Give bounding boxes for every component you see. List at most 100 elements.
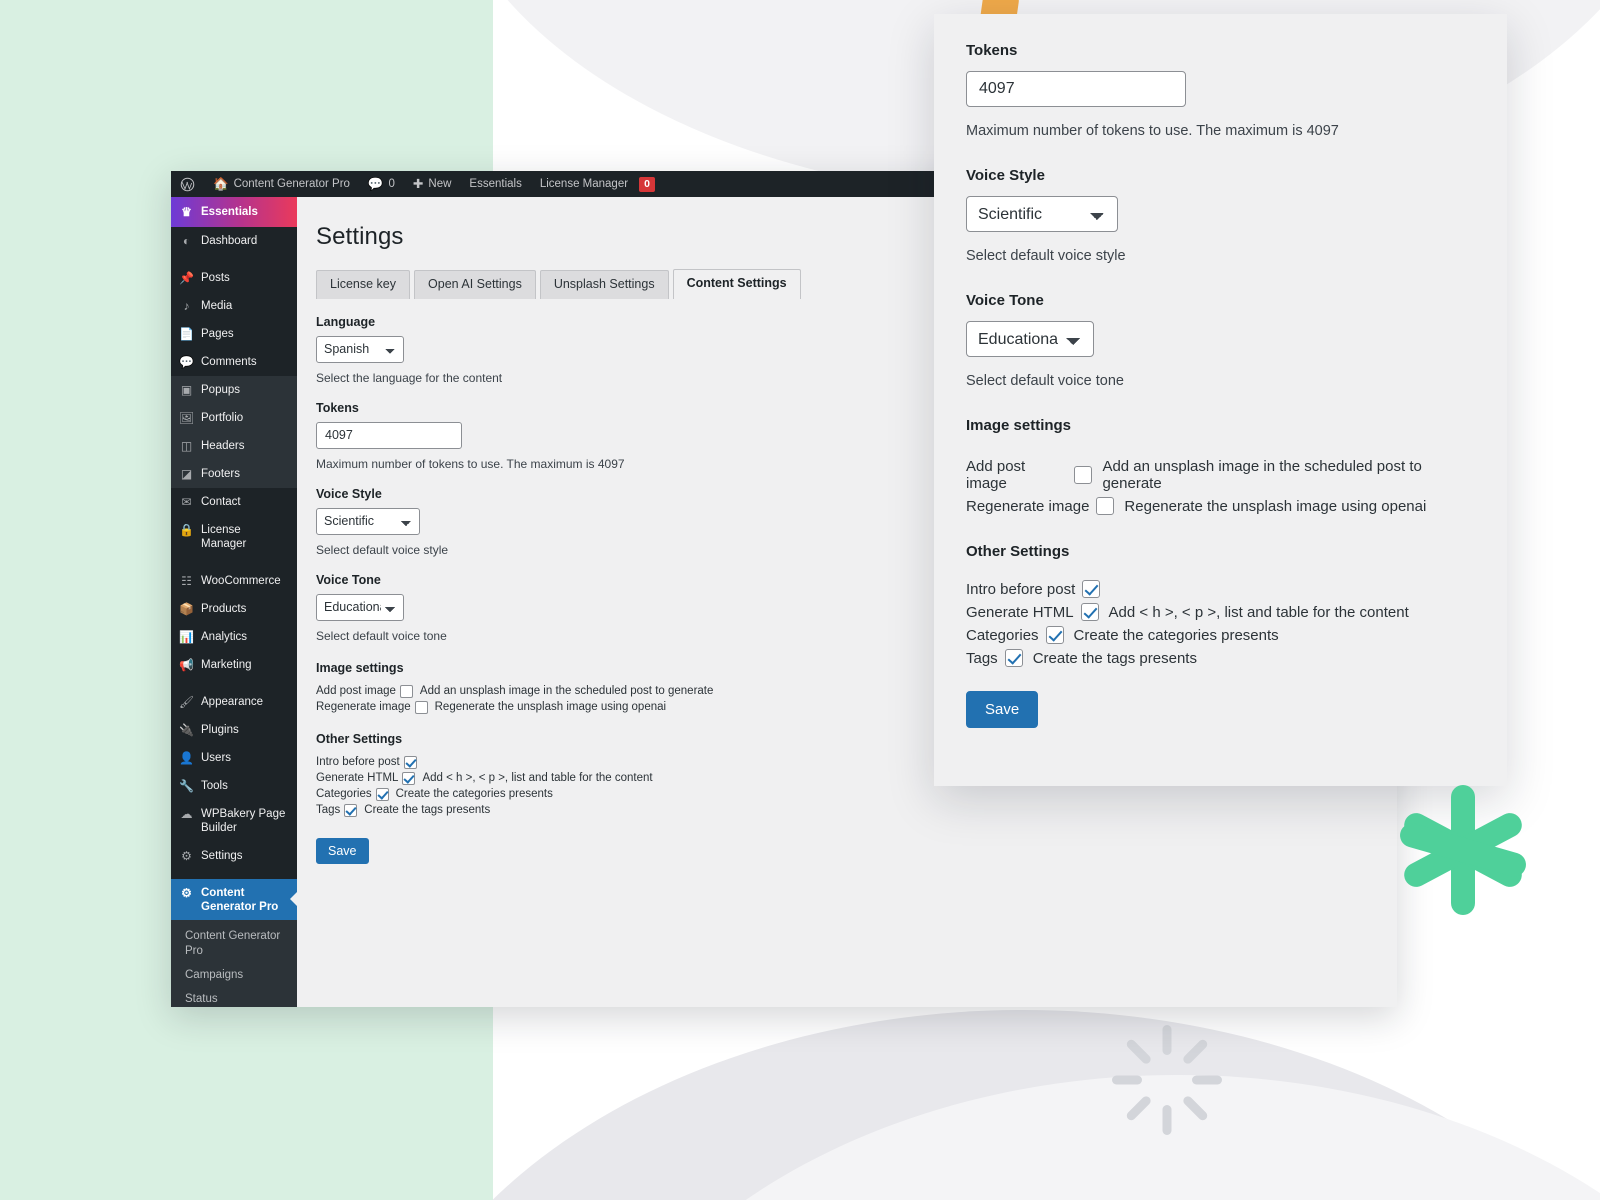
user-icon: 👤	[179, 750, 194, 765]
overlay-tokens-label: Tokens	[966, 42, 1018, 59]
overlay-generate-html-row[interactable]: Generate HTML Add < h >, < p >, list and…	[966, 603, 1475, 621]
wrench-icon: 🔧	[179, 778, 194, 793]
sidebar-item-popups[interactable]: ▣ Popups	[171, 376, 297, 404]
sidebar-item-headers[interactable]: ◫ Headers	[171, 432, 297, 460]
generate-html-desc: Add < h >, < p >, list and table for the…	[422, 772, 653, 785]
sidebar-item-label: Contact	[201, 496, 241, 508]
overlay-regenerate-image-row[interactable]: Regenerate image Regenerate the unsplash…	[966, 497, 1475, 515]
sidebar-item-settings[interactable]: ⚙ Settings	[171, 842, 297, 870]
new-label: New	[428, 178, 452, 190]
sidebar-item-dashboard[interactable]: ◐ Dashboard	[171, 227, 297, 255]
tab-license-key[interactable]: License key	[316, 270, 411, 299]
voice-tone-select[interactable]: Educational	[316, 593, 404, 621]
tab-unsplash-settings[interactable]: Unsplash Settings	[539, 270, 669, 299]
overlay-intro-before-post-label: Intro before post	[966, 580, 1076, 598]
regenerate-image-checkbox[interactable]	[414, 700, 428, 714]
sidebar-item-label: Appearance	[201, 695, 264, 708]
sidebar-item-portfolio[interactable]: 🖼 Portfolio	[171, 404, 297, 432]
tab-content-settings[interactable]: Content Settings	[672, 269, 801, 299]
tags-label: Tags	[316, 804, 341, 817]
tags-checkbox[interactable]	[344, 803, 358, 817]
overlay-image-settings-heading: Image settings	[966, 417, 1072, 434]
sidebar-item-label: Users	[201, 751, 232, 764]
overlay-categories-checkbox[interactable]	[1045, 626, 1064, 644]
overlay-generate-html-checkbox[interactable]	[1080, 603, 1099, 621]
submenu-item-campaigns[interactable]: Campaigns	[171, 963, 297, 987]
overlay-intro-before-post-checkbox[interactable]	[1082, 580, 1101, 598]
sidebar-item-posts[interactable]: 📌 Posts	[171, 264, 297, 292]
comments-button[interactable]: 💬 0	[359, 171, 404, 197]
sidebar-submenu[interactable]: Content Generator Pro Campaigns Status R…	[171, 920, 297, 1007]
sidebar-item-plugins[interactable]: 🔌 Plugins	[171, 716, 297, 744]
overlay-tokens-help: Maximum number of tokens to use. The max…	[966, 123, 1339, 139]
tags-desc: Create the tags presents	[364, 804, 491, 817]
settings-detail-overlay: Tokens Maximum number of tokens to use. …	[934, 14, 1507, 786]
site-name-button[interactable]: 🏠 Content Generator Pro	[204, 171, 359, 197]
sidebar-item-comments[interactable]: 💬 Comments	[171, 348, 297, 376]
new-content-button[interactable]: ✚ New	[404, 171, 461, 197]
overlay-tags-checkbox[interactable]	[1004, 649, 1023, 667]
screenshot-canvas: 🏠 Content Generator Pro 💬 0 ✚ New Essent…	[0, 0, 1600, 1200]
categories-row[interactable]: Categories Create the categories present…	[316, 787, 1397, 801]
settings-icon: ⚙	[181, 848, 192, 863]
wp-admin-sidebar[interactable]: ♛ Essentials ◐ Dashboard 📌 Posts ♪ Media…	[171, 197, 297, 1007]
products-icon: 📦	[179, 601, 194, 616]
language-select[interactable]: Spanish	[316, 335, 404, 363]
overlay-voice-tone-select[interactable]: Educational	[966, 321, 1094, 357]
overlay-add-post-image-desc: Add an unsplash image in the scheduled p…	[1102, 458, 1422, 492]
sidebar-item-tools[interactable]: 🔧 Tools	[171, 772, 297, 800]
sidebar-item-woocommerce[interactable]: ☷ WooCommerce	[171, 567, 297, 595]
sidebar-item-users[interactable]: 👤 Users	[171, 744, 297, 772]
sidebar-item-pages[interactable]: 📄 Pages	[171, 320, 297, 348]
sidebar-item-products[interactable]: 📦 Products	[171, 595, 297, 623]
intro-before-post-label: Intro before post	[316, 756, 400, 769]
sidebar-item-label: Essentials	[201, 206, 258, 218]
overlay-save-row: Save	[966, 691, 1475, 728]
adminbar-essentials-button[interactable]: Essentials	[460, 171, 530, 197]
sidebar-item-footers[interactable]: ◪ Footers	[171, 460, 297, 488]
sidebar-item-essentials[interactable]: ♛ Essentials	[171, 197, 297, 227]
overlay-add-post-image-row[interactable]: Add post image Add an unsplash image in …	[966, 458, 1475, 492]
sidebar-item-label: Posts	[201, 272, 230, 284]
tags-row[interactable]: Tags Create the tags presents	[316, 803, 1397, 817]
sidebar-item-analytics[interactable]: 📊 Analytics	[171, 623, 297, 651]
media-icon: ♪	[183, 299, 190, 313]
sidebar-item-contact[interactable]: ✉ Contact	[171, 488, 297, 516]
headers-icon: ◫	[180, 439, 193, 453]
submenu-item-content-generator-pro[interactable]: Content Generator Pro	[171, 924, 297, 963]
sidebar-item-appearance[interactable]: 🖌 Appearance	[171, 688, 297, 716]
overlay-voice-style-select[interactable]: Scientific	[966, 196, 1118, 232]
sidebar-item-marketing[interactable]: 📢 Marketing	[171, 651, 297, 679]
generate-html-checkbox[interactable]	[402, 771, 416, 785]
overlay-tags-row[interactable]: Tags Create the tags presents	[966, 649, 1475, 667]
overlay-intro-before-post-row[interactable]: Intro before post	[966, 580, 1475, 598]
brush-icon: 🖌	[178, 694, 195, 709]
lock-icon: 🔒	[179, 523, 194, 537]
adminbar-license-manager-button[interactable]: License Manager 0	[531, 171, 664, 197]
woocommerce-icon: ☷	[181, 573, 192, 588]
categories-checkbox[interactable]	[375, 787, 389, 801]
sidebar-item-license-manager[interactable]: 🔒 License Manager	[171, 516, 297, 558]
tab-open-ai-settings[interactable]: Open AI Settings	[414, 270, 536, 299]
sidebar-item-label: Settings	[201, 849, 243, 862]
sidebar-item-content-generator-pro[interactable]: ⚙ Content Generator Pro	[171, 878, 297, 921]
sidebar-item-label: Analytics	[201, 630, 248, 643]
sidebar-item-media[interactable]: ♪ Media	[171, 292, 297, 320]
sidebar-item-label: Pages	[201, 328, 234, 340]
adminbar-license-label: License Manager	[539, 178, 629, 190]
pages-icon: 📄	[179, 327, 194, 341]
overlay-categories-row[interactable]: Categories Create the categories present…	[966, 626, 1475, 644]
tokens-input[interactable]	[316, 421, 462, 449]
sidebar-item-label: Media	[201, 300, 233, 312]
wordpress-logo-button[interactable]	[171, 171, 204, 197]
overlay-regenerate-image-checkbox[interactable]	[1096, 497, 1115, 515]
overlay-save-button[interactable]: Save	[966, 691, 1039, 728]
submenu-item-status[interactable]: Status	[171, 987, 297, 1007]
intro-before-post-checkbox[interactable]	[403, 755, 417, 769]
add-post-image-checkbox[interactable]	[399, 684, 413, 698]
sidebar-item-wpbakery-page-builder[interactable]: ☁ WPBakery Page Builder	[171, 800, 297, 842]
save-button[interactable]: Save	[316, 837, 369, 864]
overlay-add-post-image-checkbox[interactable]	[1074, 466, 1093, 484]
overlay-tokens-input[interactable]	[966, 71, 1186, 107]
voice-style-select[interactable]: Scientific	[316, 507, 420, 535]
